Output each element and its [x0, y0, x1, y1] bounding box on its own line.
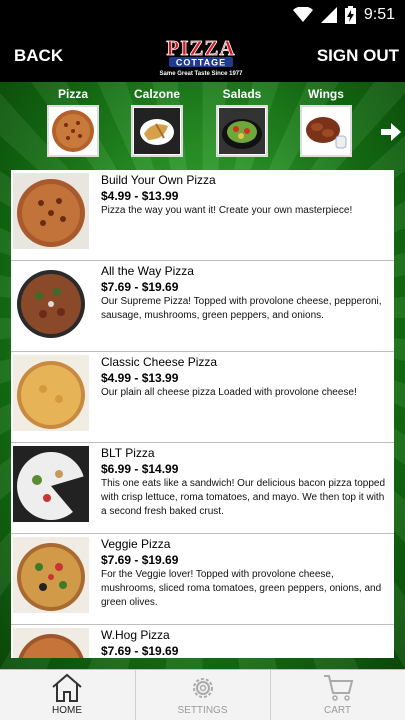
- category-strip: Pizza Calzone Salads Wings: [0, 82, 405, 168]
- list-item[interactable]: W.Hog Pizza $7.69 - $19.69: [11, 625, 394, 658]
- top-bar: BACK PIZZA COTTAGE Same Great Taste Sinc…: [0, 30, 405, 82]
- item-image: [13, 628, 89, 658]
- tab-label: SETTINGS: [177, 705, 228, 716]
- status-bar: 9:51: [0, 0, 405, 30]
- list-item[interactable]: Classic Cheese Pizza $4.99 - $13.99 Our …: [11, 352, 394, 443]
- item-price: $6.99 - $14.99: [101, 462, 179, 476]
- item-description: For the Veggie lover! Topped with provol…: [101, 569, 382, 608]
- category-salads[interactable]: Salads: [211, 86, 273, 157]
- logo-word-1: PIZZA: [166, 36, 235, 60]
- wings-thumbnail: [300, 105, 352, 157]
- item-image: [13, 355, 89, 431]
- home-icon: [52, 673, 82, 702]
- item-description: Our Supreme Pizza! Topped with provolone…: [101, 296, 382, 321]
- category-label: Pizza: [57, 87, 88, 101]
- cart-icon: [323, 675, 353, 701]
- arrow-right-icon[interactable]: [380, 122, 402, 142]
- item-name: BLT Pizza: [101, 446, 155, 460]
- item-description: Our plain all cheese pizza Loaded with p…: [101, 387, 357, 398]
- status-time: 9:51: [363, 6, 395, 23]
- logo-word-2: COTTAGE: [176, 58, 226, 68]
- back-button[interactable]: BACK: [14, 30, 63, 82]
- bottom-tab-bar: HOME SETTINGS CART: [0, 669, 405, 720]
- tab-settings[interactable]: SETTINGS: [135, 670, 269, 720]
- item-name: All the Way Pizza: [101, 264, 194, 278]
- salad-thumbnail: [216, 105, 268, 157]
- list-item[interactable]: Veggie Pizza $7.69 - $19.69 For the Vegg…: [11, 534, 394, 625]
- battery-charging-icon: [344, 6, 356, 24]
- item-name: Build Your Own Pizza: [101, 173, 216, 187]
- logo-tagline: Same Great Taste Since 1977: [160, 71, 244, 77]
- tab-label: CART: [323, 705, 352, 716]
- category-calzone[interactable]: Calzone: [126, 86, 188, 157]
- tab-cart[interactable]: CART: [270, 670, 404, 720]
- item-image: [13, 264, 89, 340]
- pizza-cottage-logo: PIZZA COTTAGE Same Great Taste Since 197…: [160, 36, 244, 77]
- category-wings[interactable]: Wings: [295, 86, 357, 157]
- item-description: This one eats like a sandwich! Our delic…: [101, 478, 386, 517]
- list-item[interactable]: Build Your Own Pizza $4.99 - $13.99 Pizz…: [11, 170, 394, 261]
- category-label: Wings: [308, 87, 344, 101]
- category-label: Salads: [222, 87, 262, 101]
- item-price: $7.69 - $19.69: [101, 280, 179, 294]
- item-price: $4.99 - $13.99: [101, 371, 179, 385]
- item-name: Veggie Pizza: [101, 537, 171, 551]
- item-image: [13, 537, 89, 613]
- item-image: [13, 173, 89, 249]
- item-image: [13, 446, 89, 522]
- item-description: Pizza the way you want it! Create your o…: [101, 205, 353, 216]
- gear-icon: [192, 678, 213, 698]
- list-item[interactable]: BLT Pizza $6.99 - $14.99 This one eats l…: [11, 443, 394, 534]
- tab-label: HOME: [52, 705, 82, 716]
- tab-home[interactable]: HOME: [0, 670, 134, 720]
- wifi-icon: [292, 7, 313, 22]
- item-name: W.Hog Pizza: [101, 628, 170, 642]
- category-label: Calzone: [133, 87, 180, 101]
- list-item[interactable]: All the Way Pizza $7.69 - $19.69 Our Sup…: [11, 261, 394, 352]
- status-icons: 9:51: [292, 5, 395, 25]
- item-name: Classic Cheese Pizza: [101, 355, 218, 369]
- calzone-thumbnail: [131, 105, 183, 157]
- category-pizza[interactable]: Pizza: [42, 86, 104, 157]
- item-price: $7.69 - $19.69: [101, 553, 179, 567]
- menu-item-list[interactable]: Build Your Own Pizza $4.99 - $13.99 Pizz…: [11, 170, 394, 658]
- item-price: $7.69 - $19.69: [101, 644, 179, 658]
- sign-out-button[interactable]: SIGN OUT: [317, 30, 399, 82]
- cell-signal-icon: [320, 7, 337, 23]
- item-price: $4.99 - $13.99: [101, 189, 179, 203]
- pizza-thumbnail: [47, 105, 99, 157]
